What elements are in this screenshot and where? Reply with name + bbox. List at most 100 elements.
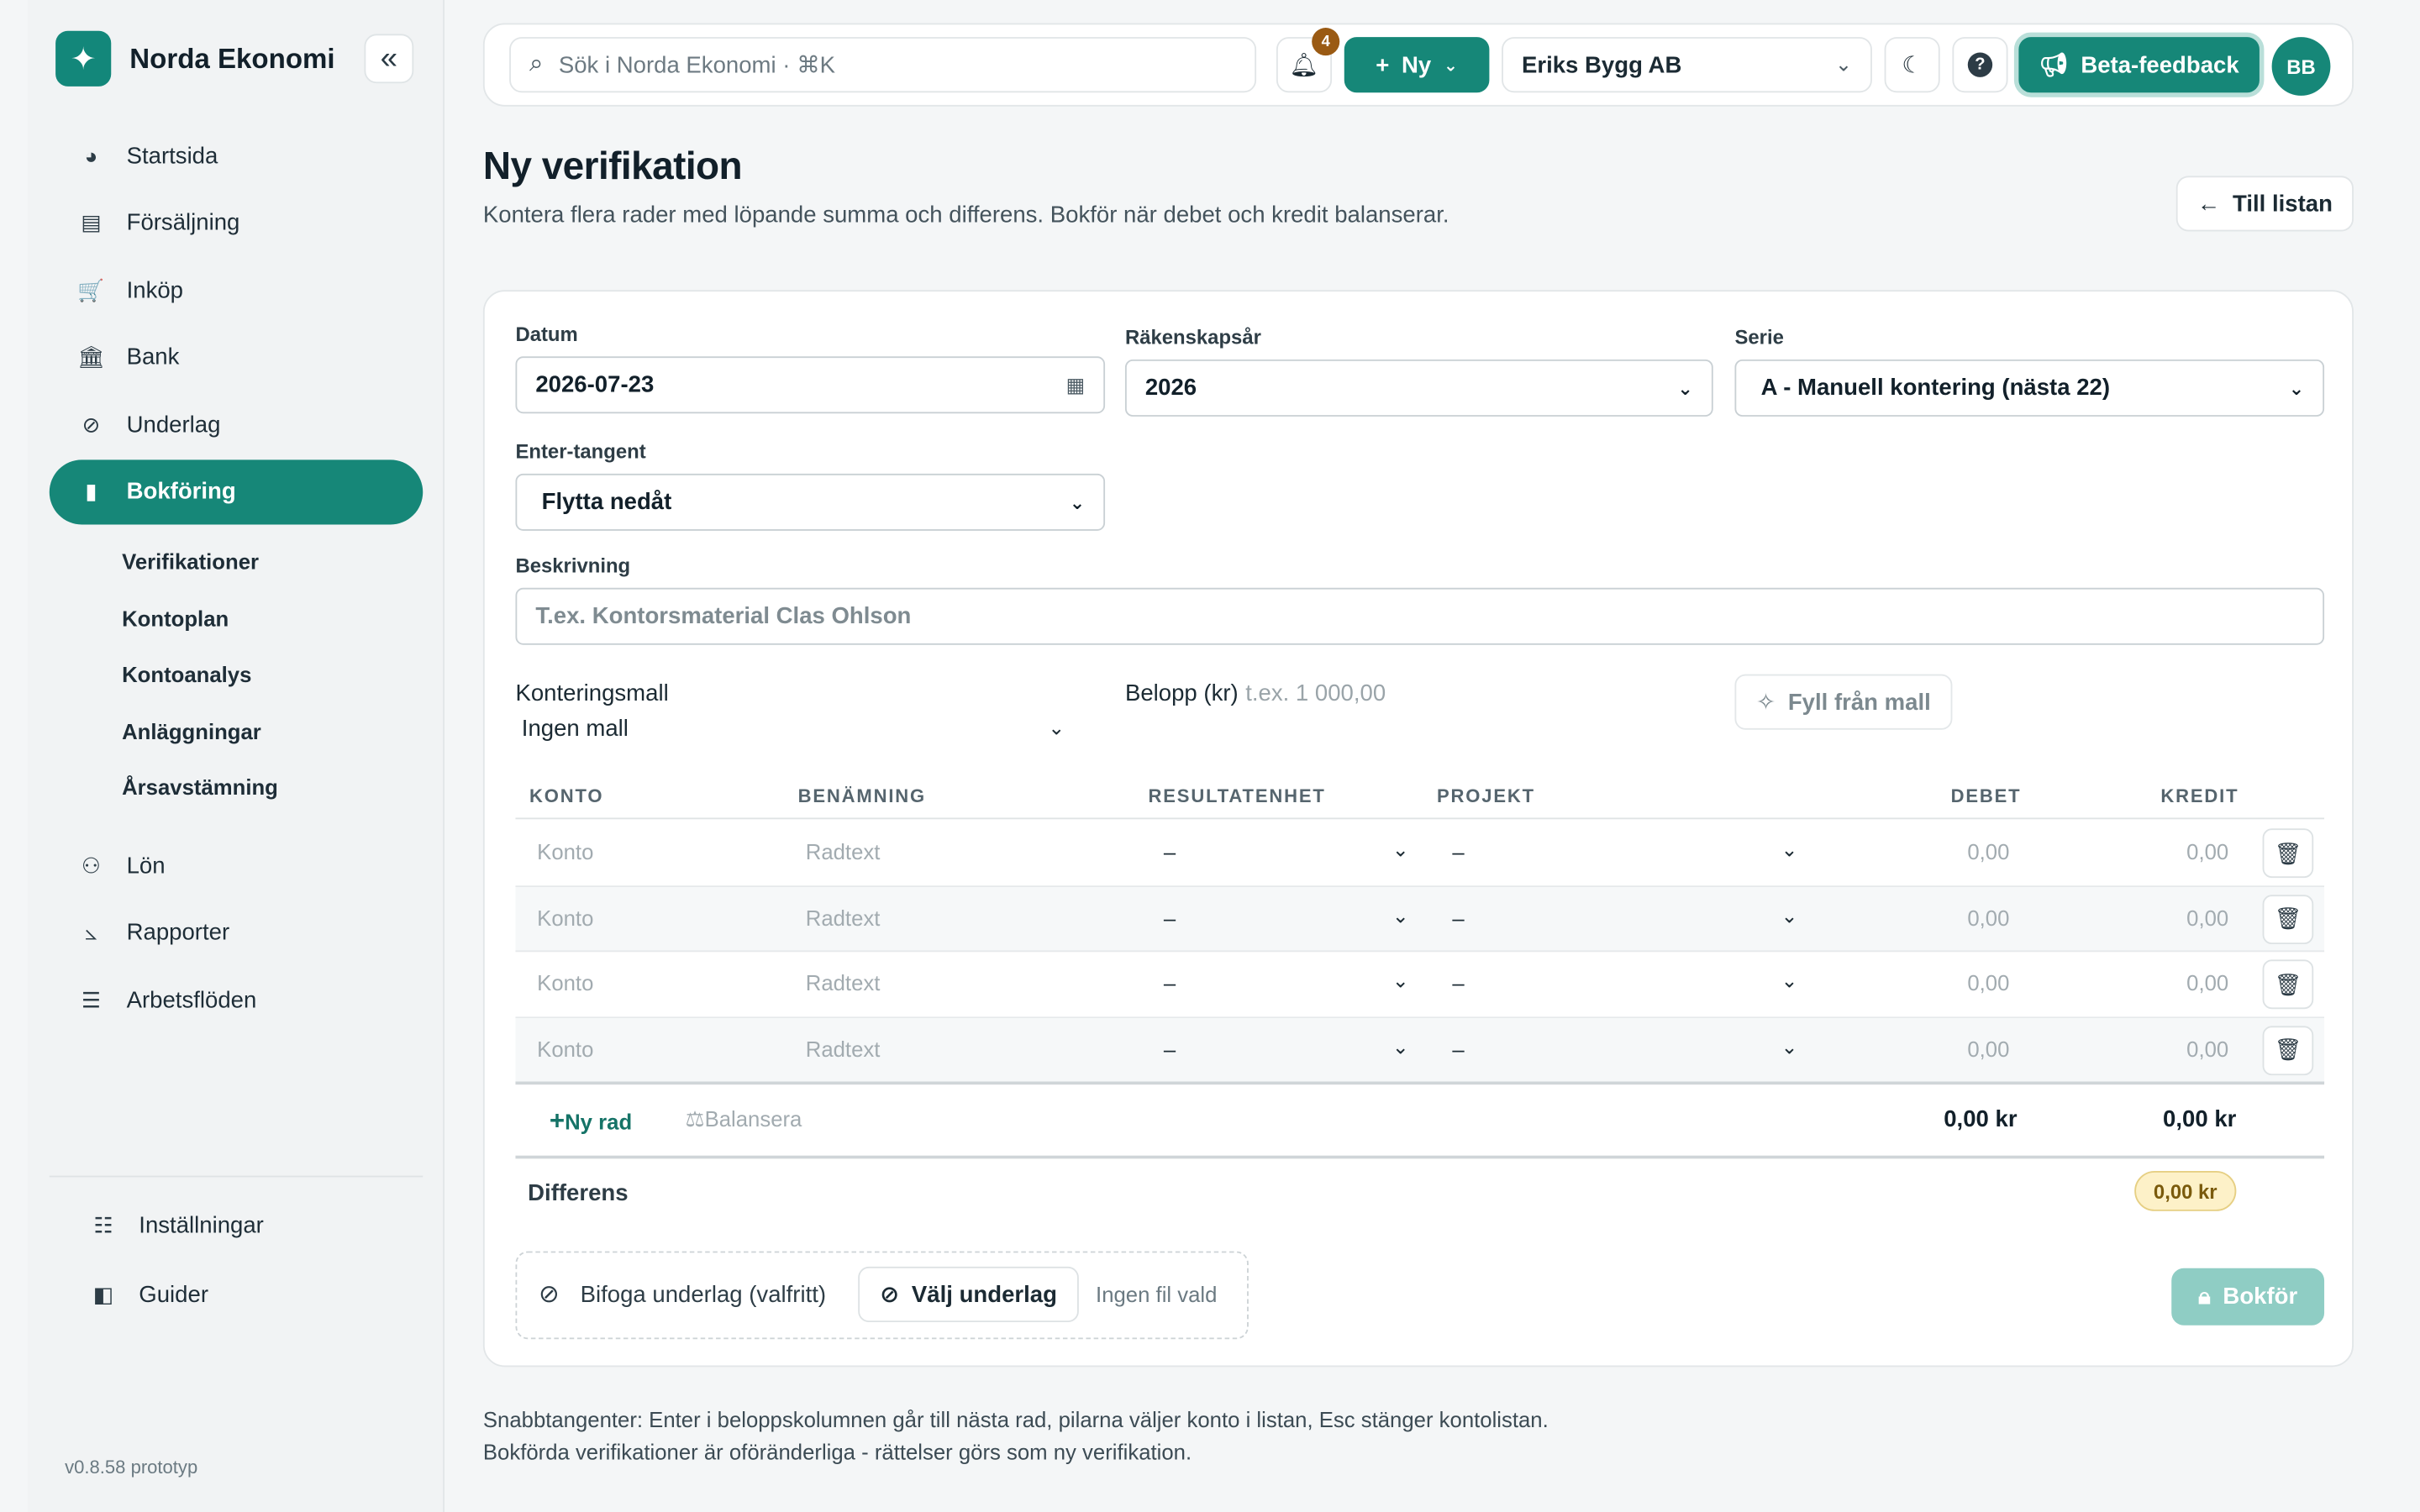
account-input[interactable]: Konto	[537, 1036, 593, 1060]
calendar-icon: ▦	[1065, 372, 1086, 396]
credit-input[interactable]: 0,00	[2121, 1036, 2228, 1060]
collapse-sidebar-button[interactable]: «	[364, 34, 414, 84]
page-title: Ny verifikation	[482, 144, 743, 189]
subnav-item-kontoanalys[interactable]: Kontoanalys	[122, 647, 423, 703]
fiscal-year-select[interactable]: 2026 ⌄	[1124, 359, 1713, 417]
chevron-down-icon: ⌄	[1392, 837, 1409, 861]
sidebar-item-inkop[interactable]: 🛒 Inköp	[50, 258, 423, 323]
book-button[interactable]: 🔒︎ Bokför	[2171, 1268, 2325, 1326]
series-value: A - Manuell kontering (nästa 22)	[1760, 375, 2111, 402]
result-unit-select[interactable]: –	[1164, 970, 1176, 995]
column-header-resultatenhet: RESULTATENHET	[1148, 785, 1326, 807]
amount-input[interactable]: t.ex. 1 000,00	[1245, 680, 1386, 706]
credit-input[interactable]: 0,00	[2121, 970, 2228, 995]
search-input[interactable]: ⌕ Sök i Norda Ekonomi · ⌘K	[509, 37, 1257, 93]
fill-from-template-button[interactable]: ✧ Fyll från mall	[1734, 674, 1953, 730]
balance-button[interactable]: ⚖Balansera	[685, 1106, 802, 1132]
enter-key-label: Enter-tangent	[515, 439, 646, 464]
sidebar-item-underlag[interactable]: ⊘ Underlag	[50, 392, 423, 457]
bokforing-subnav: Verifikationer Kontoplan Kontoanalys Anl…	[50, 533, 423, 815]
chevron-down-icon: ⌄	[1392, 969, 1409, 992]
project-select[interactable]: –	[1452, 839, 1464, 864]
chevron-down-icon: ⌄	[1069, 491, 1086, 513]
sidebar-item-lon[interactable]: ⚇ Lön	[50, 833, 423, 898]
result-unit-select[interactable]: –	[1164, 905, 1176, 929]
notifications-button[interactable]: 🔔︎ 4	[1276, 28, 1340, 93]
sidebar-item-bokforing[interactable]: ▮ Bokföring	[49, 459, 424, 525]
sidebar-item-label: Arbetsflöden	[126, 986, 257, 1014]
choose-attachment-button[interactable]: ⊘ Välj underlag	[858, 1266, 1079, 1323]
date-field[interactable]: 2026-07-23 ▦	[515, 356, 1106, 414]
project-select[interactable]: –	[1452, 905, 1464, 929]
attachment-dropzone[interactable]: ⊘ Bifoga underlag (valfritt) ⊘ Välj unde…	[515, 1251, 1249, 1340]
delete-row-button[interactable]: 🗑︎	[2262, 1025, 2314, 1075]
debit-input[interactable]: 0,00	[1902, 970, 2009, 995]
sidebar-item-arbetsfloden[interactable]: ☰ Arbetsflöden	[50, 968, 423, 1032]
sidebar-item-startsida[interactable]: ◕ Startsida	[50, 123, 423, 188]
book-icon: ▮	[85, 479, 97, 504]
sidebar-item-bank[interactable]: 🏛 Bank	[50, 325, 423, 390]
main-nav: ◕ Startsida ▤ Försäljning 🛒 Inköp 🏛 Bank ⊘ Un…	[49, 123, 424, 831]
company-select[interactable]: Eriks Bygg AB ⌄	[1502, 37, 1872, 93]
debit-input[interactable]: 0,00	[1902, 905, 2009, 929]
delete-row-button[interactable]: 🗑︎	[2262, 828, 2314, 879]
project-select[interactable]: –	[1452, 970, 1464, 995]
row-text-input[interactable]: Radtext	[806, 839, 881, 864]
checklist-icon: ☰	[81, 986, 101, 1012]
row-text-input[interactable]: Radtext	[806, 970, 881, 995]
debit-input[interactable]: 0,00	[1902, 839, 2009, 864]
back-to-list-button[interactable]: ← Till listan	[2175, 176, 2354, 232]
sparkle-icon: ✦	[55, 30, 112, 87]
account-input[interactable]: Konto	[537, 839, 593, 864]
sidebar-item-rapporter[interactable]: ⦣ Rapporter	[50, 900, 423, 965]
sidebar-divider	[49, 1175, 424, 1178]
row-text-input[interactable]: Radtext	[806, 1036, 881, 1060]
paperclip-icon: ⊘	[880, 1282, 900, 1309]
account-input[interactable]: Konto	[537, 970, 593, 995]
plus-icon: +	[1376, 51, 1390, 78]
scale-icon: ⚖	[685, 1105, 705, 1131]
beta-feedback-button[interactable]: 📢︎ Beta-feedback	[2018, 37, 2260, 93]
trash-icon: 🗑︎	[2274, 1037, 2302, 1062]
project-select[interactable]: –	[1452, 1036, 1464, 1060]
brand[interactable]: ✦ Norda Ekonomi	[55, 30, 335, 87]
column-header-kredit: KREDIT	[2160, 785, 2239, 807]
difference-label: Differens	[528, 1180, 629, 1207]
subnav-item-anlaggningar[interactable]: Anläggningar	[122, 703, 423, 759]
subnav-item-verifikationer[interactable]: Verifikationer	[122, 533, 423, 590]
credit-input[interactable]: 0,00	[2121, 905, 2228, 929]
trash-icon: 🗑︎	[2274, 906, 2302, 931]
row-text-input[interactable]: Radtext	[806, 905, 881, 929]
sidebar-item-guider[interactable]: ◧ Guider	[61, 1262, 423, 1330]
fill-from-template-label: Fyll från mall	[1787, 689, 1931, 716]
company-name: Eriks Bygg AB	[1521, 51, 1682, 78]
chevron-down-icon: ⌄	[2288, 377, 2305, 399]
attachment-label: Bifoga underlag (valfritt)	[580, 1282, 827, 1309]
secondary-nav: ⚇ Lön ⦣ Rapporter ☰ Arbetsflöden	[50, 833, 423, 1035]
chevron-down-icon: ⌄	[1392, 1034, 1409, 1058]
sidebar-item-forsaljning[interactable]: ▤ Försäljning	[50, 191, 423, 255]
dark-mode-toggle[interactable]: ☾	[1884, 37, 1940, 93]
description-input[interactable]: T.ex. Kontorsmaterial Clas Ohlson	[515, 587, 2325, 645]
enter-key-select[interactable]: Flytta nedåt ⌄	[515, 473, 1106, 531]
book-button-label: Bokför	[2223, 1284, 2298, 1310]
result-unit-select[interactable]: –	[1164, 1036, 1176, 1060]
new-button[interactable]: + Ny ⌄	[1344, 37, 1490, 93]
credit-total: 0,00 kr	[2163, 1105, 2237, 1133]
account-input[interactable]: Konto	[537, 905, 593, 929]
series-select[interactable]: A - Manuell kontering (nästa 22) ⌄	[1734, 359, 2325, 417]
template-select[interactable]: Ingen mall ⌄	[522, 716, 1065, 742]
delete-row-button[interactable]: 🗑︎	[2262, 959, 2314, 1010]
avatar[interactable]: BB	[2271, 37, 2331, 96]
enter-key-value: Flytta nedåt	[541, 489, 672, 516]
debit-input[interactable]: 0,00	[1902, 1036, 2009, 1060]
delete-row-button[interactable]: 🗑︎	[2262, 894, 2314, 944]
help-button[interactable]: ?	[1952, 37, 2008, 93]
add-row-button[interactable]: +Ny rad	[550, 1106, 632, 1137]
subnav-item-arsavstamning[interactable]: Årsavstämning	[122, 759, 423, 816]
result-unit-select[interactable]: –	[1164, 839, 1176, 864]
subnav-item-kontoplan[interactable]: Kontoplan	[122, 590, 423, 646]
sidebar-item-installningar[interactable]: ☷ Inställningar	[61, 1191, 423, 1259]
sidebar-item-label: Bank	[126, 344, 180, 371]
credit-input[interactable]: 0,00	[2121, 839, 2228, 864]
